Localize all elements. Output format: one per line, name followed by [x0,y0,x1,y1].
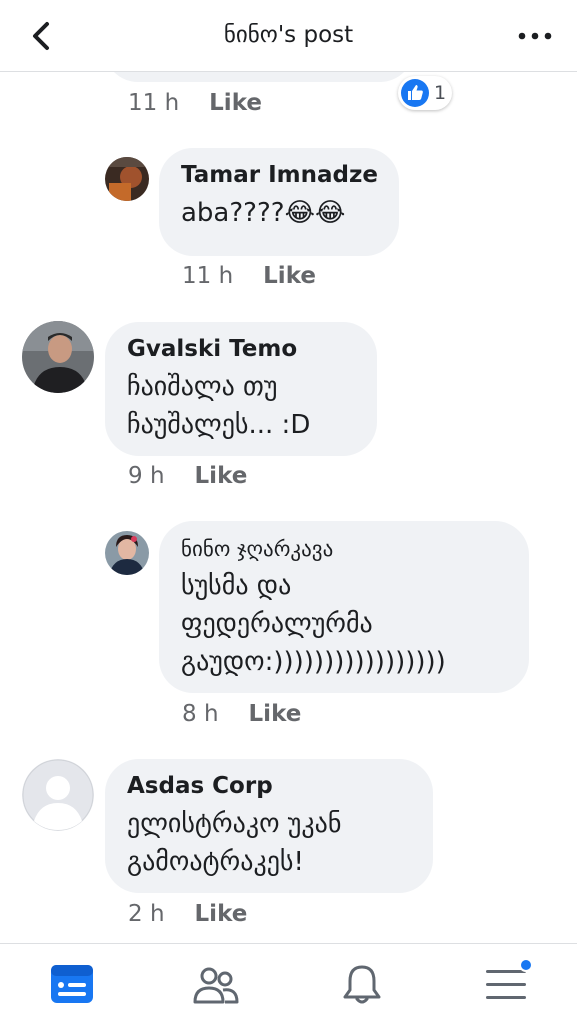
comment-time: 9 h [128,463,165,489]
menu-badge [519,958,533,972]
comment-text: სუსმა და ფედერალურმა გაუდო:)))))))))))))… [181,571,446,677]
previous-comment-meta: 11 h Like [128,90,262,116]
notifications-bell-icon[interactable] [338,962,386,1006]
like-button[interactable]: Like [263,263,316,289]
comment-bubble: Tamar Imnadze aba????😂😂 [159,148,399,256]
comment-bubble: Gvalski Temo ჩაიშალა თუ ჩაუშალეს... :D [105,322,377,456]
comment-time: 11 h [182,263,234,289]
friends-icon[interactable] [192,962,240,1006]
reaction-count: 1 [434,82,447,104]
thumbs-up-icon [401,79,429,107]
comment-author[interactable]: Tamar Imnadze [181,162,378,188]
comment-author[interactable]: ნინო ჯღარკავა [181,537,507,561]
comment-meta: 2 h Like [128,901,247,927]
comment-text: ელისტრაკო უკან გამოატრაკეს! [127,809,342,877]
comment-bubble: Asdas Corp ელისტრაკო უკან გამოატრაკეს! [105,759,433,893]
like-button[interactable]: Like [195,463,248,489]
comment-text: aba????😂😂 [181,198,346,228]
bottom-navigation [0,943,577,1024]
like-button[interactable]: Like [249,701,302,727]
comment-author[interactable]: Gvalski Temo [127,336,355,362]
comment-time: 8 h [182,701,219,727]
top-bar: ნინო's post [0,0,577,72]
avatar[interactable] [105,531,149,575]
page-title: ნინო's post [223,22,354,48]
like-button[interactable]: Like [195,901,248,927]
default-avatar-icon[interactable] [22,759,94,831]
comment-author[interactable]: Asdas Corp [127,773,411,799]
avatar[interactable] [105,157,149,201]
news-feed-icon[interactable] [48,962,96,1006]
comment-text: ჩაიშალა თუ ჩაუშალეს... :D [127,372,311,440]
comment-meta: 8 h Like [182,701,301,727]
comment-time: 11 h [128,90,180,116]
comment-time: 2 h [128,901,165,927]
like-button[interactable]: Like [209,90,262,116]
comment-bubble: ნინო ჯღარკავა სუსმა და ფედერალურმა გაუდო… [159,521,529,693]
comment-meta: 11 h Like [182,263,316,289]
comment-meta: 9 h Like [128,463,247,489]
reaction-badge[interactable]: 1 [398,76,453,110]
more-dots-icon[interactable] [515,22,555,50]
avatar[interactable] [22,321,94,393]
